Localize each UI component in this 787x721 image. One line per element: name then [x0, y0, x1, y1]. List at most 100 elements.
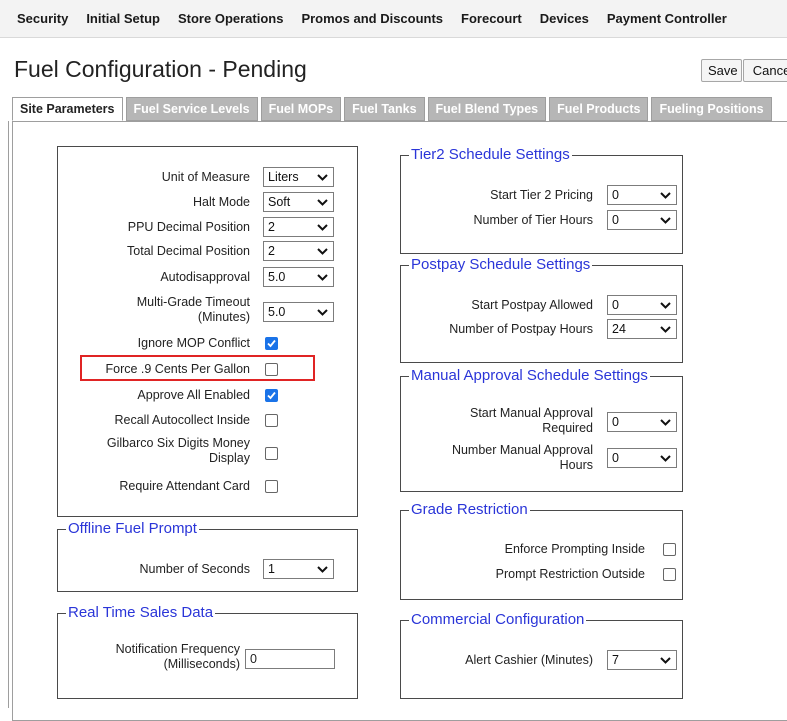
notification-frequency-label-line2: (Milliseconds) [163, 657, 240, 671]
recall-autocollect-checkbox[interactable] [265, 414, 278, 427]
force-9-cents-label: Force .9 Cents Per Gallon [105, 362, 250, 376]
notification-frequency-label: Notification Frequency (Milliseconds) [60, 642, 240, 672]
tab-fuel-mops[interactable]: Fuel MOPs [260, 97, 342, 121]
multi-grade-value: 5.0 [268, 305, 286, 319]
save-button[interactable]: Save [701, 59, 742, 82]
total-decimal-value: 2 [268, 244, 275, 258]
nav-security[interactable]: Security [17, 11, 68, 26]
notification-frequency-label-line1: Notification Frequency [115, 642, 240, 656]
chevron-down-icon [660, 320, 671, 338]
nav-store-operations[interactable]: Store Operations [178, 11, 283, 26]
gilbarco-label-line1: Gilbarco Six Digits Money [106, 436, 250, 450]
tier2-schedule-legend: Tier2 Schedule Settings [409, 146, 572, 164]
approve-all-checkbox[interactable] [265, 389, 278, 402]
number-of-tier-hours-select[interactable]: 0 [607, 210, 677, 230]
enforce-prompting-checkbox[interactable] [663, 543, 676, 556]
total-decimal-select[interactable]: 2 [263, 241, 334, 261]
tab-fuel-tanks[interactable]: Fuel Tanks [344, 97, 425, 121]
approve-all-label: Approve All Enabled [137, 388, 250, 402]
grade-restriction-legend: Grade Restriction [409, 501, 530, 519]
chevron-down-icon [317, 168, 328, 186]
postpay-schedule-legend: Postpay Schedule Settings [409, 256, 593, 274]
number-of-seconds-value: 1 [268, 562, 275, 576]
chevron-down-icon [660, 413, 671, 431]
start-tier2-select[interactable]: 0 [607, 185, 677, 205]
nav-devices[interactable]: Devices [540, 11, 589, 26]
ppu-decimal-label: PPU Decimal Position [127, 220, 250, 234]
start-manual-approval-label-line1: Start Manual Approval [470, 406, 593, 420]
autodisapproval-select[interactable]: 5.0 [263, 267, 334, 287]
multi-grade-select[interactable]: 5.0 [263, 302, 334, 322]
start-manual-approval-select[interactable]: 0 [607, 412, 677, 432]
number-manual-approval-value: 0 [612, 451, 619, 465]
nav-promos-discounts[interactable]: Promos and Discounts [301, 11, 443, 26]
cancel-button[interactable]: Cancel [743, 59, 787, 82]
chevron-down-icon [317, 218, 328, 236]
tab-fuel-blend-types[interactable]: Fuel Blend Types [427, 97, 547, 121]
page-title: Fuel Configuration - Pending [14, 56, 307, 82]
number-of-postpay-hours-select[interactable]: 24 [607, 319, 677, 339]
gilbarco-label: Gilbarco Six Digits Money Display [60, 436, 250, 466]
force-9-cents-checkbox[interactable] [265, 363, 278, 376]
number-manual-approval-label-line1: Number Manual Approval [451, 443, 593, 457]
unit-of-measure-select[interactable]: Liters [263, 167, 334, 187]
ignore-mop-checkbox[interactable] [265, 337, 278, 350]
number-of-tier-hours-value: 0 [612, 213, 619, 227]
tab-bar: Site Parameters Fuel Service Levels Fuel… [12, 97, 787, 121]
multi-grade-label-line1: Multi-Grade Timeout [136, 295, 250, 309]
chevron-down-icon [317, 303, 328, 321]
tab-fuel-products[interactable]: Fuel Products [549, 97, 649, 121]
gilbarco-checkbox[interactable] [265, 447, 278, 460]
ppu-decimal-select[interactable]: 2 [263, 217, 334, 237]
ignore-mop-label: Ignore MOP Conflict [137, 336, 250, 350]
chevron-down-icon [660, 651, 671, 669]
alert-cashier-label: Alert Cashier (Minutes) [465, 653, 593, 667]
unit-of-measure-label: Unit of Measure [161, 170, 250, 184]
nav-forecourt[interactable]: Forecourt [461, 11, 522, 26]
require-attendant-label: Require Attendant Card [119, 479, 250, 493]
alert-cashier-select[interactable]: 7 [607, 650, 677, 670]
start-postpay-label: Start Postpay Allowed [471, 298, 593, 312]
number-manual-approval-label: Number Manual Approval Hours [405, 443, 593, 473]
chevron-down-icon [317, 560, 328, 578]
prompt-restriction-checkbox[interactable] [663, 568, 676, 581]
notification-frequency-input[interactable]: 0 [245, 649, 335, 669]
tab-site-parameters[interactable]: Site Parameters [12, 97, 123, 121]
autodisapproval-value: 5.0 [268, 270, 286, 284]
chevron-down-icon [660, 211, 671, 229]
chevron-down-icon [660, 449, 671, 467]
nav-payment-controller[interactable]: Payment Controller [607, 11, 727, 26]
nav-initial-setup[interactable]: Initial Setup [86, 11, 160, 26]
chevron-down-icon [660, 296, 671, 314]
commercial-config-legend: Commercial Configuration [409, 611, 587, 629]
number-manual-approval-label-line2: Hours [559, 458, 593, 472]
chevron-down-icon [660, 186, 671, 204]
number-manual-approval-select[interactable]: 0 [607, 448, 677, 468]
chevron-down-icon [317, 268, 328, 286]
top-nav: Security Initial Setup Store Operations … [0, 0, 787, 38]
ppu-decimal-value: 2 [268, 220, 275, 234]
start-manual-approval-label: Start Manual Approval Required [405, 406, 593, 436]
halt-mode-value: Soft [268, 195, 291, 209]
chevron-down-icon [317, 193, 328, 211]
halt-mode-label: Halt Mode [193, 195, 250, 209]
halt-mode-select[interactable]: Soft [263, 192, 334, 212]
require-attendant-checkbox[interactable] [265, 480, 278, 493]
prompt-restriction-label: Prompt Restriction Outside [495, 567, 645, 581]
number-of-tier-hours-label: Number of Tier Hours [473, 213, 593, 227]
tab-fueling-positions[interactable]: Fueling Positions [651, 97, 772, 121]
start-manual-approval-label-line2: Required [542, 421, 593, 435]
page-left-border [8, 121, 9, 708]
start-postpay-select[interactable]: 0 [607, 295, 677, 315]
tab-fuel-service-levels[interactable]: Fuel Service Levels [125, 97, 258, 121]
gilbarco-label-line2: Display [209, 451, 250, 465]
enforce-prompting-label: Enforce Prompting Inside [504, 542, 645, 556]
total-decimal-label: Total Decimal Position [127, 244, 250, 258]
number-of-postpay-hours-value: 24 [612, 322, 626, 336]
number-of-seconds-select[interactable]: 1 [263, 559, 334, 579]
number-of-seconds-label: Number of Seconds [139, 562, 250, 576]
multi-grade-label-line2: (Minutes) [197, 310, 250, 324]
real-time-sales-legend: Real Time Sales Data [66, 604, 216, 622]
start-manual-approval-value: 0 [612, 415, 619, 429]
alert-cashier-value: 7 [612, 653, 619, 667]
